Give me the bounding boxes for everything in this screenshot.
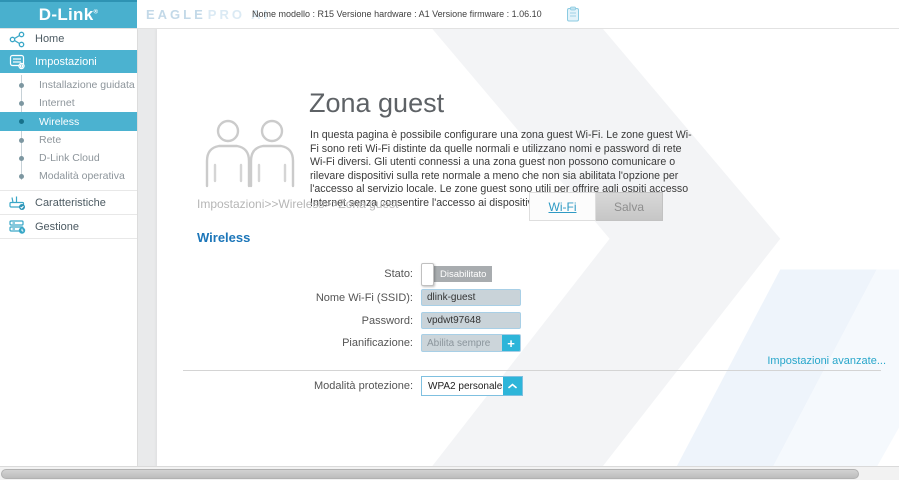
ssid-input[interactable]	[421, 289, 521, 306]
sub-item-label: Installazione guidata	[39, 79, 135, 91]
sidebar-item-label: Home	[35, 33, 64, 45]
network-icon	[9, 31, 26, 48]
schedule-label: Pianificazione:	[157, 337, 421, 349]
toggle-handle[interactable]	[421, 263, 434, 286]
background-watermark	[157, 28, 899, 467]
security-mode-value: WPA2 personale	[422, 377, 503, 395]
status-label: Stato:	[157, 268, 421, 280]
schedule-value: Abilita sempre	[422, 335, 502, 351]
security-mode-row: Modalità protezione: WPA2 personale	[157, 376, 717, 396]
security-mode-dropdown[interactable]: WPA2 personale	[421, 376, 523, 396]
sidebar-sub-menu: Installazione guidata Internet Wireless …	[0, 73, 137, 190]
sidebar-item-rete[interactable]: Rete	[0, 131, 137, 149]
advanced-settings-link[interactable]: Impostazioni avanzate...	[767, 355, 886, 367]
sidebar-item-label: Gestione	[35, 221, 79, 233]
wireless-section-heading: Wireless	[197, 230, 250, 245]
sidebar-item-gestione[interactable]: Gestione	[0, 215, 137, 238]
sub-item-label: Rete	[39, 134, 61, 146]
ssid-row: Nome Wi-Fi (SSID):	[157, 289, 717, 306]
schedule-row: Pianificazione: Abilita sempre +	[157, 334, 717, 352]
sidebar-item-label: Caratteristiche	[35, 197, 106, 209]
guest-users-icon	[201, 118, 295, 188]
sidebar-item-modalita-operativa[interactable]: Modalità operativa	[0, 167, 137, 185]
dlink-logo: D-Link®	[0, 0, 137, 28]
sub-item-label: Modalità operativa	[39, 170, 125, 182]
model-info: Nome modello : R15 Versione hardware : A…	[252, 9, 542, 19]
sub-item-label: D-Link Cloud	[39, 152, 100, 164]
scrollbar-thumb[interactable]	[1, 469, 859, 479]
sidebar-item-dlink-cloud[interactable]: D-Link Cloud	[0, 149, 137, 167]
add-schedule-button[interactable]: +	[502, 335, 520, 351]
sub-item-label: Wireless	[39, 116, 79, 128]
router-check-icon	[9, 194, 26, 211]
sidebar-item-home[interactable]: Home	[0, 28, 137, 50]
sidebar-item-label: Impostazioni	[35, 56, 97, 68]
password-input[interactable]	[421, 312, 521, 329]
dlink-logo-text: D-Link®	[39, 5, 98, 25]
sidebar-item-impostazioni[interactable]: Impostazioni	[0, 50, 137, 73]
schedule-dropdown[interactable]: Abilita sempre +	[421, 334, 521, 352]
password-row: Password:	[157, 312, 717, 329]
sidebar-item-internet[interactable]: Internet	[0, 94, 137, 112]
clipboard-icon[interactable]	[566, 6, 580, 22]
sidebar-item-caratteristiche[interactable]: Caratteristiche	[0, 191, 137, 214]
sidebar-nav: Home Impostazioni Installazione guidata …	[0, 28, 138, 467]
password-label: Password:	[157, 315, 421, 327]
status-toggle[interactable]: Disabilitato	[421, 263, 492, 285]
page-title: Zona guest	[309, 88, 444, 119]
sub-item-label: Internet	[39, 97, 75, 109]
security-mode-label: Modalità protezione:	[157, 380, 421, 392]
breadcrumb: Impostazioni>>Wireless>>Zona guest	[197, 197, 398, 211]
ssid-label: Nome Wi-Fi (SSID):	[157, 292, 421, 304]
action-buttons: Wi-Fi Salva	[529, 192, 663, 221]
background-watermark	[157, 28, 899, 467]
status-row: Stato: Disabilitato	[157, 263, 717, 285]
save-button[interactable]: Salva	[596, 192, 663, 221]
wifi-tab-button[interactable]: Wi-Fi	[529, 192, 596, 221]
server-clock-icon	[9, 218, 26, 235]
horizontal-scrollbar[interactable]	[0, 466, 899, 480]
chevron-up-icon[interactable]	[503, 377, 522, 395]
sidebar-divider	[0, 238, 137, 239]
settings-icon	[9, 53, 26, 70]
sidebar-item-installazione-guidata[interactable]: Installazione guidata	[0, 76, 137, 94]
form-divider	[183, 370, 881, 371]
status-toggle-value: Disabilitato	[434, 266, 492, 282]
router-admin-screen: D-Link® EAGLEPRO AI Nome modello : R15 V…	[0, 0, 899, 480]
top-bar: D-Link® EAGLEPRO AI Nome modello : R15 V…	[0, 0, 899, 29]
sidebar-item-wireless[interactable]: Wireless	[0, 112, 137, 131]
background-watermark	[157, 28, 899, 467]
brand-eagle: EAGLE	[146, 7, 206, 22]
main-content: Zona guest In questa pagina è possibile …	[157, 28, 899, 467]
